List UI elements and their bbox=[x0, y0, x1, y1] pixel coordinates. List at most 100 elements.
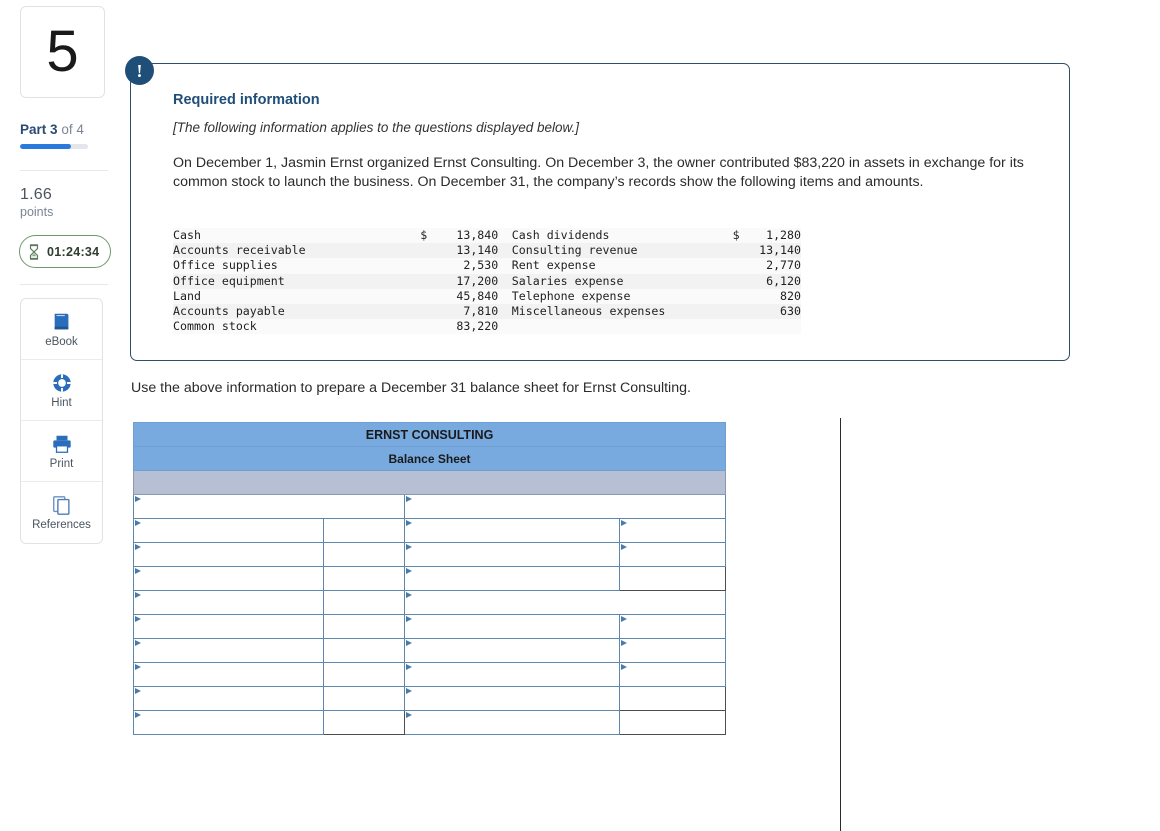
points-label: points bbox=[20, 205, 54, 219]
part-prefix: Part bbox=[20, 122, 47, 137]
input-cell-amount[interactable] bbox=[618, 518, 727, 543]
input-cell-label[interactable] bbox=[404, 518, 620, 543]
timer-value: 01:24:34 bbox=[47, 244, 100, 259]
ledger-right-currency bbox=[720, 304, 740, 319]
input-cell-amount[interactable] bbox=[323, 686, 405, 711]
ebook-label: eBook bbox=[45, 335, 78, 348]
input-cell-label[interactable] bbox=[133, 542, 324, 567]
table-row bbox=[133, 518, 727, 543]
part-suffix: of 4 bbox=[61, 122, 84, 137]
timer-badge[interactable]: 01:24:34 bbox=[19, 235, 112, 268]
input-cell-amount[interactable] bbox=[323, 590, 405, 615]
references-button[interactable]: References bbox=[21, 482, 102, 543]
ledger-left-amount: 45,840 bbox=[456, 288, 499, 303]
input-cell-label[interactable] bbox=[404, 566, 620, 591]
ledger-gap bbox=[498, 258, 512, 273]
input-cell-label[interactable] bbox=[133, 614, 324, 639]
ledger-gap bbox=[498, 319, 512, 334]
input-cell-amount[interactable] bbox=[323, 518, 405, 543]
references-label: References bbox=[32, 519, 91, 531]
ledger-left-amount: 7,810 bbox=[463, 304, 499, 319]
input-cell-label[interactable] bbox=[404, 638, 620, 663]
input-cell-label[interactable] bbox=[133, 638, 324, 663]
input-cell-amount[interactable] bbox=[618, 638, 727, 663]
input-cell-label[interactable] bbox=[404, 662, 620, 687]
input-cell-total[interactable] bbox=[618, 566, 727, 591]
input-cell-amount[interactable] bbox=[618, 614, 727, 639]
ledger-right-currency bbox=[720, 274, 740, 289]
table-row-company-header: ERNST CONSULTING bbox=[132, 422, 727, 447]
print-button[interactable]: Print bbox=[21, 421, 102, 482]
ledger-right-amount: 820 bbox=[780, 288, 801, 303]
balance-sheet-table: ERNST CONSULTING Balance Sheet bbox=[132, 422, 727, 735]
part-progress-bar bbox=[20, 144, 88, 149]
table-row bbox=[133, 614, 727, 639]
ledger-gap bbox=[498, 274, 512, 289]
book-icon bbox=[54, 313, 68, 329]
input-cell-label[interactable] bbox=[133, 686, 324, 711]
part-current: 3 bbox=[50, 122, 58, 137]
input-cell-label[interactable] bbox=[404, 614, 620, 639]
table-row-section-band bbox=[132, 470, 727, 495]
ledger-row: Cash $13,840 Cash dividends $1,280 bbox=[173, 228, 801, 244]
sidebar-divider-1 bbox=[20, 170, 108, 171]
ledger-left-name: Cash bbox=[173, 228, 201, 242]
ledger-left-currency: $ bbox=[420, 228, 428, 242]
table-row bbox=[133, 494, 727, 519]
input-cell-label[interactable] bbox=[404, 710, 620, 735]
ledger-right-name: Cash dividends bbox=[511, 228, 610, 242]
ledger-left-currency bbox=[410, 289, 428, 304]
hint-label: Hint bbox=[51, 396, 72, 409]
ledger-left-name: Land bbox=[173, 288, 201, 303]
input-cell-amount[interactable] bbox=[618, 542, 727, 567]
input-cell-label[interactable] bbox=[404, 542, 620, 567]
input-cell-label[interactable] bbox=[404, 686, 620, 711]
table-row bbox=[133, 566, 727, 591]
part-indicator: Part 3 of 4 bbox=[20, 122, 84, 137]
table-row-statement-header: Balance Sheet bbox=[132, 446, 727, 471]
input-cell-label[interactable] bbox=[133, 590, 324, 615]
ledger-left-currency bbox=[410, 319, 428, 334]
input-cell-amount[interactable] bbox=[323, 614, 405, 639]
ledger-right-amount: 6,120 bbox=[766, 273, 801, 288]
table-row bbox=[133, 590, 727, 615]
input-cell-label[interactable] bbox=[403, 494, 727, 519]
input-cell-amount[interactable] bbox=[323, 542, 405, 567]
ledger-left-currency bbox=[410, 304, 428, 319]
question-number-box: 5 bbox=[20, 6, 105, 98]
ledger-right-name: Miscellaneous expenses bbox=[511, 304, 666, 319]
ledger-right-name: Consulting revenue bbox=[511, 243, 638, 258]
ledger-right-amount bbox=[740, 319, 801, 334]
ledger-gap bbox=[498, 289, 512, 304]
input-cell-amount[interactable] bbox=[323, 662, 405, 687]
input-cell-label[interactable] bbox=[133, 518, 324, 543]
ledger-left-currency bbox=[410, 258, 428, 273]
ledger-left-name: Office equipment bbox=[173, 273, 285, 288]
input-cell-label[interactable] bbox=[133, 710, 324, 735]
input-cell-amount[interactable] bbox=[323, 638, 405, 663]
table-row bbox=[133, 686, 727, 711]
ledger-right-name: Rent expense bbox=[511, 258, 596, 273]
ledger-row: Land 45,840 Telephone expense 820 bbox=[173, 288, 801, 305]
input-cell-total[interactable] bbox=[323, 710, 405, 735]
input-cell-label[interactable] bbox=[133, 566, 324, 591]
input-cell-label[interactable] bbox=[403, 590, 727, 615]
ledger-right-name: Telephone expense bbox=[511, 288, 631, 303]
ledger-right-currency: $ bbox=[732, 228, 740, 242]
input-cell-total[interactable] bbox=[618, 710, 727, 735]
input-cell-label[interactable] bbox=[133, 662, 324, 687]
input-cell-amount[interactable] bbox=[323, 566, 405, 591]
input-cell-total[interactable] bbox=[618, 686, 727, 711]
input-cell-amount[interactable] bbox=[618, 662, 727, 687]
ledger-left-name: Office supplies bbox=[173, 258, 278, 273]
ledger-left-currency bbox=[410, 243, 428, 258]
ebook-button[interactable]: eBook bbox=[21, 299, 102, 360]
ledger-right-amount: 13,140 bbox=[759, 243, 801, 258]
table-row bbox=[133, 662, 727, 687]
ledger-right-currency bbox=[720, 289, 740, 304]
input-cell-label[interactable] bbox=[133, 494, 405, 519]
company-header-cell: ERNST CONSULTING bbox=[132, 422, 727, 447]
hint-button[interactable]: Hint bbox=[21, 360, 102, 421]
tool-button-stack: eBook Hint Print References bbox=[20, 298, 103, 544]
ledger-left-amount: 13,840 bbox=[456, 228, 499, 242]
